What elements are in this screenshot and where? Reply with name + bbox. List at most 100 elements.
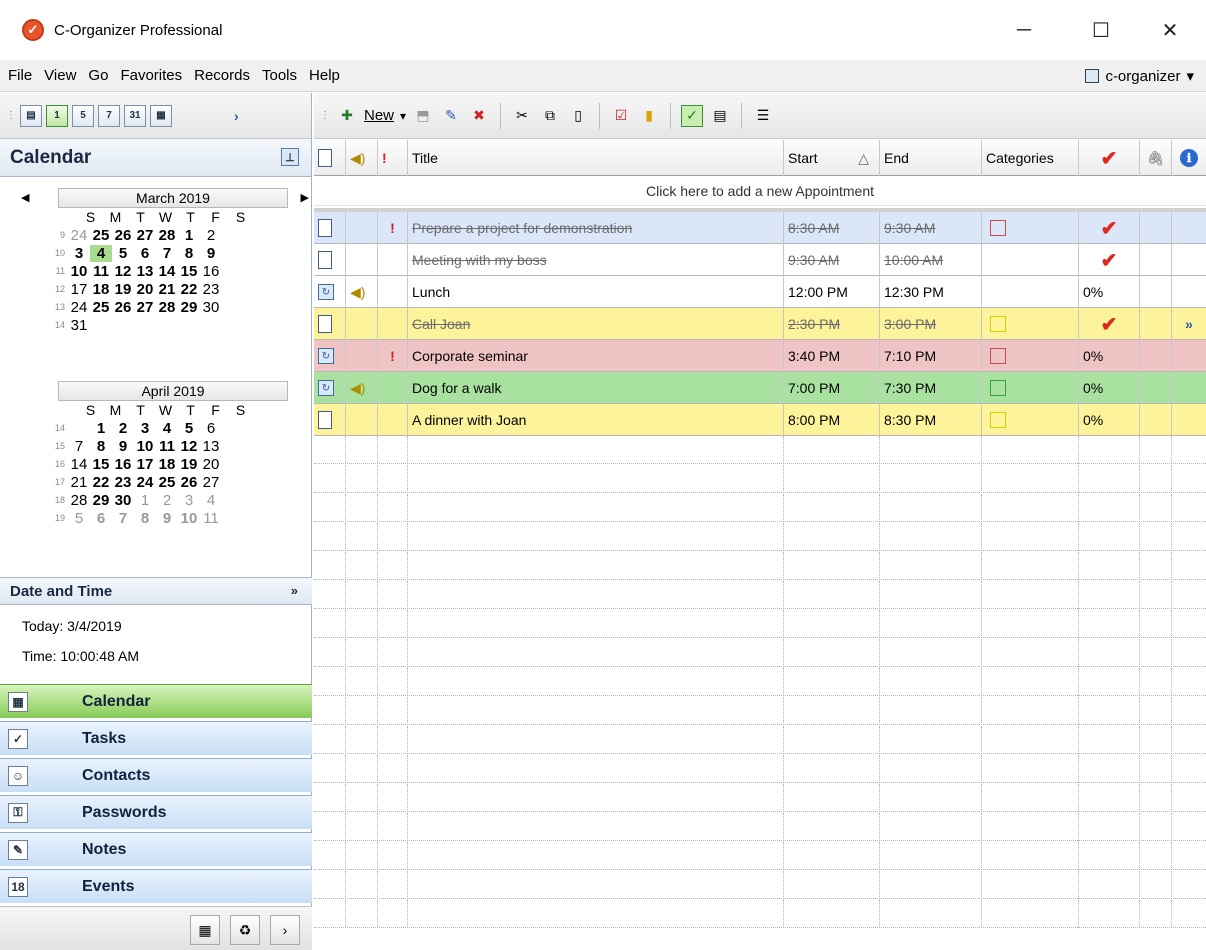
calendar-day[interactable]: 25 [156,474,178,491]
day-view-icon[interactable]: ▤ [20,104,42,127]
calendar-day[interactable]: 13 [200,438,222,455]
calendar-day[interactable]: 24 [68,299,90,316]
calendar-day[interactable]: 8 [90,438,112,455]
prev-month-icon[interactable]: ◀ [21,191,29,204]
calendar-day[interactable]: 11 [156,438,178,455]
calendar-day[interactable]: 8 [178,245,200,262]
appointment-row[interactable]: Meeting with my boss 9:30 AM 10:00 AM ✔ [314,244,1206,276]
appointment-title[interactable]: Dog for a walk [408,372,784,404]
calendar-day[interactable]: 3 [134,420,156,437]
appointment-row[interactable]: ↻ ◀) Lunch 12:00 PM 12:30 PM 0% [314,276,1206,308]
menu-view[interactable]: View [44,67,76,84]
appointment-title[interactable]: Prepare a project for demonstration [408,212,784,244]
calendar-day[interactable]: 11 [90,263,112,280]
calendar-day[interactable]: 18 [156,456,178,473]
calendar-day[interactable]: 2 [156,492,178,509]
filter-icon[interactable]: ▤ [709,105,731,127]
calendar-day[interactable]: 24 [68,227,90,244]
calendar-day[interactable]: 30 [200,299,222,316]
header-end[interactable]: End [880,140,982,176]
new-button[interactable]: New [364,107,394,124]
header-type[interactable] [314,140,346,176]
appointment-title[interactable]: Corporate seminar [408,340,784,372]
calendar-day[interactable]: 8 [134,510,156,527]
calendar-day[interactable]: 4 [200,492,222,509]
mark-done-icon[interactable]: ☑ [610,105,632,127]
calendar-day[interactable]: 25 [90,299,112,316]
one-day-view-icon[interactable]: 1 [46,104,68,127]
calendar-day[interactable]: 1 [178,227,200,244]
header-attachment[interactable]: 🖇 [1140,140,1172,176]
nav-contacts[interactable]: ☺ Contacts [0,758,312,792]
add-appointment-row[interactable]: Click here to add a new Appointment [314,176,1206,206]
calendar-day[interactable]: 6 [200,420,222,437]
chevron-down-icon[interactable]: ▾ [400,109,406,123]
menu-file[interactable]: File [8,67,32,84]
calendar-day[interactable]: 6 [90,510,112,527]
nav-passwords[interactable]: ⚿ Passwords [0,795,312,829]
calendar-day[interactable]: 28 [68,492,90,509]
work-week-view-icon[interactable]: 5 [72,104,94,127]
minimize-button[interactable]: ─ [1004,14,1044,46]
note-icon[interactable]: ▮ [638,105,660,127]
maximize-button[interactable]: ☐ [1081,14,1121,46]
week-view-icon[interactable]: 7 [98,104,120,127]
calendar-day[interactable]: 27 [134,299,156,316]
calendar-day[interactable]: 2 [112,420,134,437]
calendar-day[interactable]: 18 [90,281,112,298]
calendar-day[interactable]: 27 [134,227,156,244]
calendar-day[interactable]: 28 [156,227,178,244]
calendar-day[interactable]: 10 [178,510,200,527]
calendar-day[interactable]: 19 [112,281,134,298]
calendar-day[interactable]: 13 [134,263,156,280]
appointment-row[interactable]: ↻! Corporate seminar 3:40 PM 7:10 PM 0% [314,340,1206,372]
calendar-day[interactable]: 17 [134,456,156,473]
calendar-day[interactable]: 7 [156,245,178,262]
calendar-day[interactable]: 2 [200,227,222,244]
appointment-row[interactable]: ! Prepare a project for demonstration 8:30… [314,212,1206,244]
calendar-day[interactable]: 29 [90,492,112,509]
close-button[interactable]: ✕ [1150,14,1190,46]
header-info[interactable]: ℹ [1172,140,1206,176]
calendar-day[interactable]: 5 [112,245,134,262]
calendar-day[interactable]: 7 [68,438,90,455]
calendar-day[interactable]: 15 [90,456,112,473]
appointment-title[interactable]: Lunch [408,276,784,308]
calendar-day[interactable]: 4 [156,420,178,437]
account-selector[interactable]: c-organizer ▾ [1085,67,1194,85]
nav-events[interactable]: 18 Events [0,869,312,903]
calendar-day[interactable]: 14 [68,456,90,473]
recycle-bin-icon[interactable]: ♻ [230,915,260,945]
calendar-day[interactable]: 21 [68,474,90,491]
calendar-day[interactable]: 28 [156,299,178,316]
calendar-day[interactable]: 20 [134,281,156,298]
calendar-settings-icon[interactable]: ▦ [190,915,220,945]
calendar-day[interactable]: 1 [90,420,112,437]
calendar-day[interactable]: 31 [68,317,90,334]
calendar-day[interactable]: 24 [134,474,156,491]
calendar-day[interactable]: 16 [112,456,134,473]
calendar-day[interactable]: 26 [112,227,134,244]
appointment-title[interactable]: A dinner with Joan [408,404,784,436]
appointment-title[interactable]: Meeting with my boss [408,244,784,276]
columns-icon[interactable]: ☰ [752,105,774,127]
calendar-day[interactable]: 27 [200,474,222,491]
calendar-day[interactable]: 3 [68,245,90,262]
calendar-day[interactable]: 9 [200,245,222,262]
calendar-day[interactable]: 12 [112,263,134,280]
calendar-day[interactable]: 1 [134,492,156,509]
new-subrecord-icon[interactable]: ⬒ [412,105,434,127]
calendar-day[interactable]: 30 [112,492,134,509]
appointment-row[interactable]: Call Joan 2:30 PM 3:00 PM ✔ » [314,308,1206,340]
new-icon[interactable]: ✚ [336,105,358,127]
calendar-day[interactable]: 5 [68,510,90,527]
calendar-day[interactable]: 11 [200,510,222,527]
calendar-day[interactable]: 16 [200,263,222,280]
calendar-day[interactable]: 26 [178,474,200,491]
header-categories[interactable]: Categories [982,140,1079,176]
next-month-icon[interactable]: ▶ [301,191,309,204]
calendar-day[interactable]: 17 [68,281,90,298]
calendar-day[interactable]: 10 [134,438,156,455]
calendar-day[interactable]: 20 [200,456,222,473]
calendar-day[interactable]: 9 [156,510,178,527]
